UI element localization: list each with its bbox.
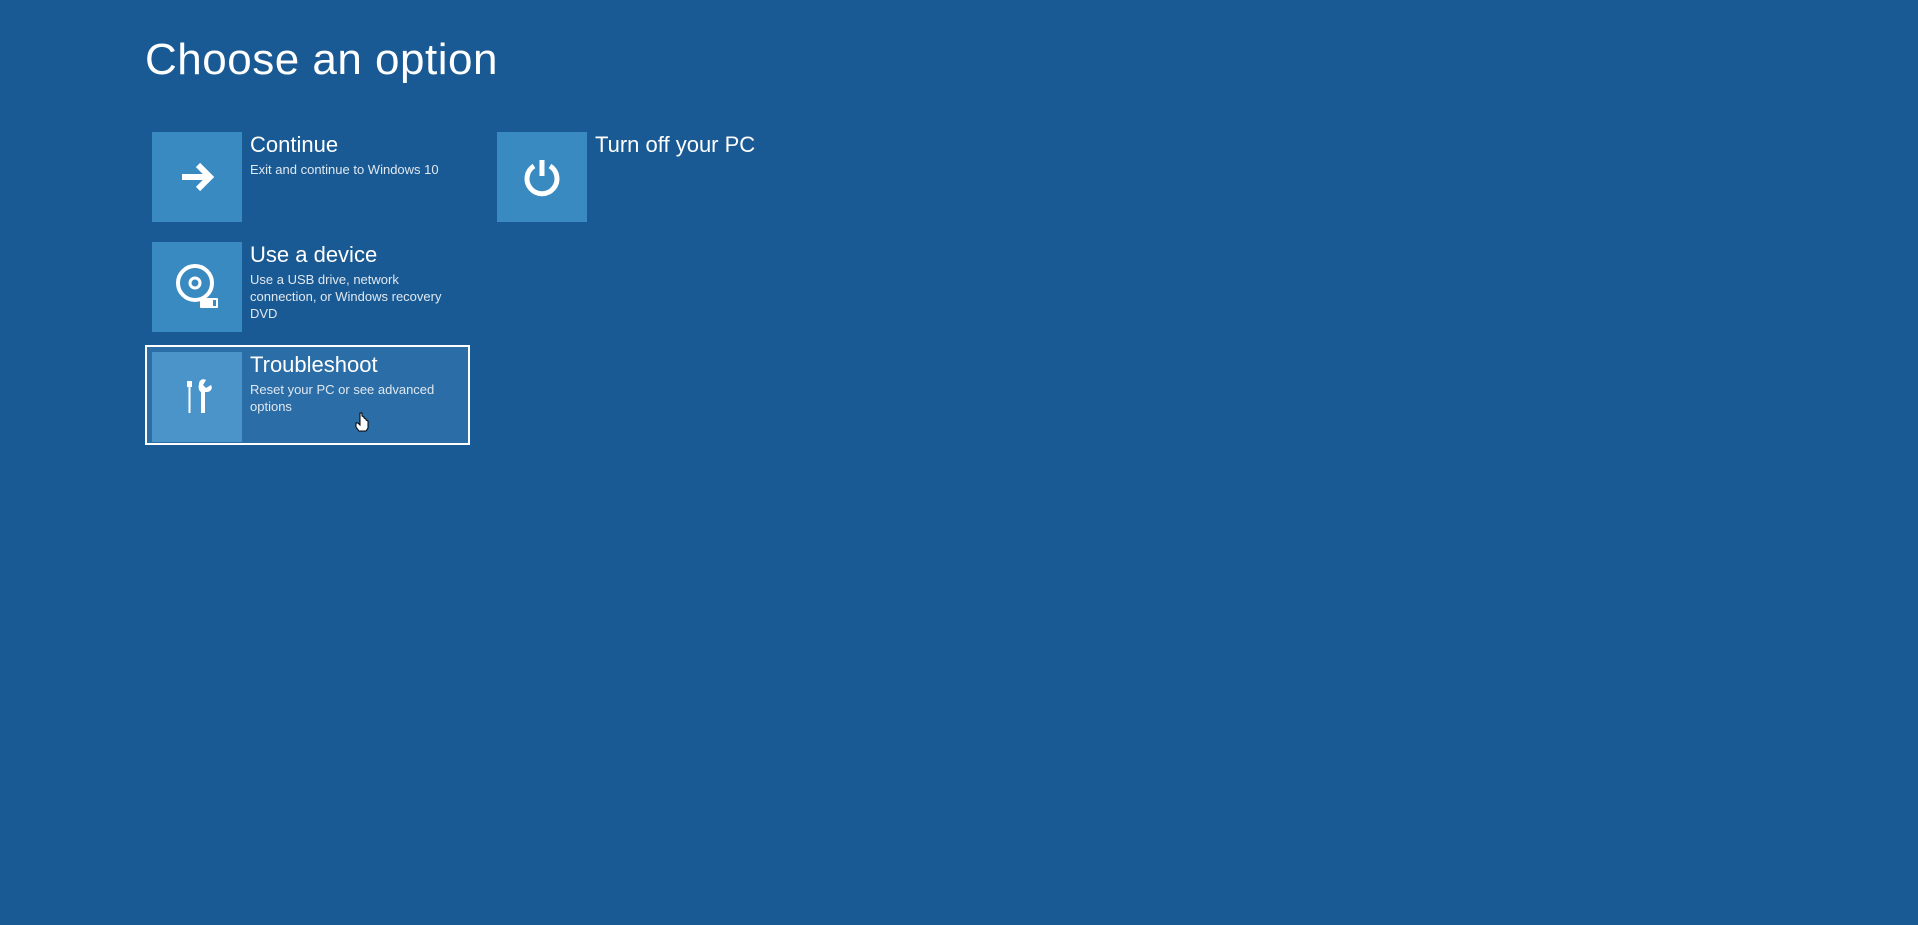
continue-title: Continue — [250, 132, 439, 158]
use-device-title: Use a device — [250, 242, 463, 268]
turn-off-title: Turn off your PC — [595, 132, 755, 158]
continue-description: Exit and continue to Windows 10 — [250, 162, 439, 179]
page-title: Choose an option — [145, 35, 1918, 85]
power-icon — [497, 132, 587, 222]
arrow-right-icon — [152, 132, 242, 222]
use-device-text: Use a device Use a USB drive, network co… — [242, 242, 463, 323]
continue-text: Continue Exit and continue to Windows 10 — [242, 132, 439, 179]
tools-icon — [152, 352, 242, 442]
use-device-description: Use a USB drive, network connection, or … — [250, 272, 463, 323]
use-device-option[interactable]: Use a device Use a USB drive, network co… — [145, 235, 470, 335]
turn-off-text: Turn off your PC — [587, 132, 755, 162]
continue-option[interactable]: Continue Exit and continue to Windows 10 — [145, 125, 470, 225]
options-column-left: Continue Exit and continue to Windows 10… — [145, 125, 470, 445]
troubleshoot-text: Troubleshoot Reset your PC or see advanc… — [242, 352, 463, 416]
troubleshoot-title: Troubleshoot — [250, 352, 463, 378]
recovery-options-container: Choose an option Continue Exit and conti… — [0, 0, 1918, 445]
options-grid: Continue Exit and continue to Windows 10… — [145, 125, 1918, 445]
troubleshoot-option[interactable]: Troubleshoot Reset your PC or see advanc… — [145, 345, 470, 445]
options-column-right: Turn off your PC — [490, 125, 815, 445]
disc-usb-icon — [152, 242, 242, 332]
turn-off-option[interactable]: Turn off your PC — [490, 125, 815, 225]
troubleshoot-description: Reset your PC or see advanced options — [250, 382, 463, 416]
